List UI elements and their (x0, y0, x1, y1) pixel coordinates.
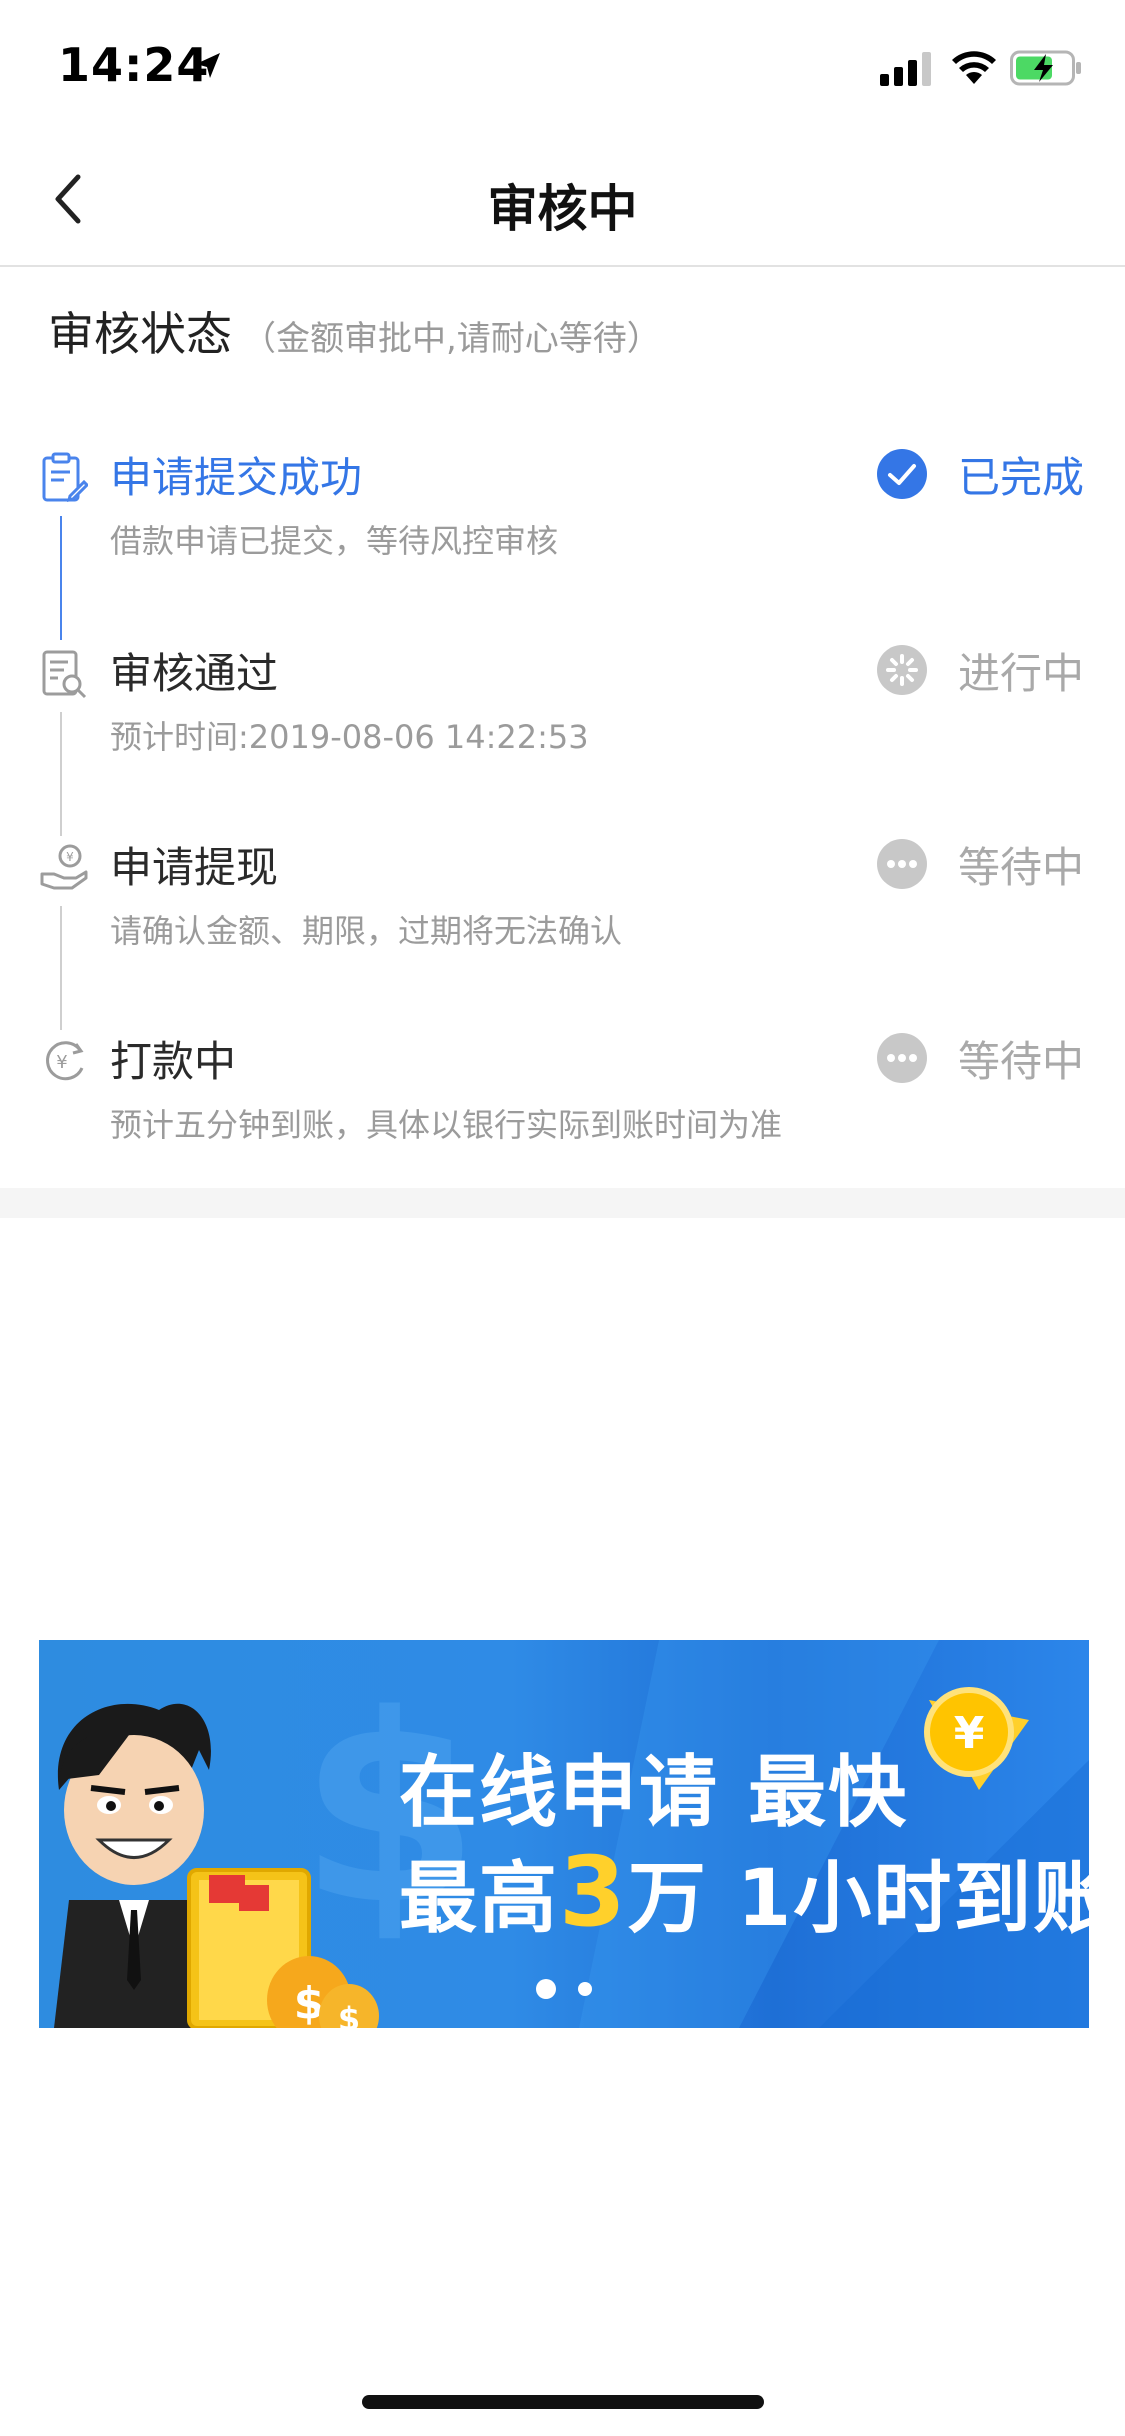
promo-banner[interactable]: $ ¥ $ $ 在线申请 最快 最高3万 1小时到账 (39, 1640, 1089, 2028)
step-title: 打款中 (110, 1037, 237, 1086)
banner-text-part: 万 1小时到账 (627, 1854, 1089, 1944)
step-description: 预计五分钟到账，具体以银行实际到账时间为准 (110, 1106, 783, 1144)
svg-text:¥: ¥ (954, 1708, 985, 1759)
status-time: 14:24 (58, 38, 210, 92)
wifi-icon (952, 51, 996, 84)
home-indicator[interactable] (362, 2395, 764, 2409)
svg-text:$: $ (338, 2000, 360, 2028)
svg-text:¥: ¥ (66, 850, 74, 864)
step-status-label: 等待中 (958, 1037, 1085, 1086)
more-dots-icon (877, 839, 927, 889)
battery-charging-icon (1010, 50, 1081, 86)
review-status-header: 审核状态 （金额审批中,请耐心等待） (48, 298, 661, 364)
carousel-pagination (39, 1978, 1089, 1999)
clipboard-edit-icon (42, 452, 88, 503)
hand-coin-icon: ¥ (40, 844, 88, 890)
banner-subheadline: 最高3万 1小时到账 (399, 1836, 1089, 1948)
step-description: 预计时间:2019-08-06 14:22:53 (110, 718, 589, 756)
step-status-label: 已完成 (958, 453, 1085, 502)
step-status-label: 进行中 (958, 649, 1085, 698)
review-status-title: 审核状态 (48, 307, 232, 361)
section-divider (0, 1188, 1125, 1218)
step-description: 借款申请已提交，等待风控审核 (110, 522, 559, 560)
carousel-dot-active[interactable] (536, 1978, 557, 1999)
loading-spinner-icon (877, 645, 927, 695)
navigation-bar: 审核中 (0, 135, 1125, 267)
step-title: 审核通过 (110, 649, 279, 698)
status-bar: 14:24 (0, 0, 1125, 135)
banner-headline: 在线申请 最快 (399, 1748, 909, 1838)
banner-highlight-number: 3 (559, 1836, 628, 1948)
more-dots-icon (877, 1033, 927, 1083)
step-title: 申请提现 (110, 843, 279, 892)
carousel-dot[interactable] (577, 1981, 592, 1996)
step-item-approved: 审核通过 预计时间:2019-08-06 14:22:53 进行中 (0, 645, 1125, 838)
review-status-subtitle: （金额审批中,请耐心等待） (242, 319, 661, 359)
document-search-icon (42, 650, 87, 699)
timeline-connector (60, 516, 62, 640)
step-item-submitted: 申请提交成功 借款申请已提交，等待风控审核 已完成 (0, 449, 1125, 642)
timeline-connector (60, 906, 62, 1030)
banner-text-part: 最高 (399, 1854, 560, 1944)
location-arrow-icon (196, 53, 220, 78)
svg-text:¥: ¥ (56, 1052, 67, 1073)
timeline-connector (60, 712, 62, 836)
cartoon-man-illustration: $ $ (54, 1703, 379, 2028)
step-status-label: 等待中 (958, 843, 1085, 892)
page-title: 审核中 (487, 180, 638, 238)
cellular-signal-icon (880, 52, 931, 86)
step-item-withdraw: ¥ 申请提现 请确认金额、期限，过期将无法确认 等待中 (0, 839, 1125, 1032)
yuan-refresh-icon: ¥ (46, 1041, 84, 1081)
check-circle-icon (877, 449, 927, 499)
step-description: 请确认金额、期限，过期将无法确认 (110, 912, 623, 950)
step-title: 申请提交成功 (110, 453, 363, 502)
